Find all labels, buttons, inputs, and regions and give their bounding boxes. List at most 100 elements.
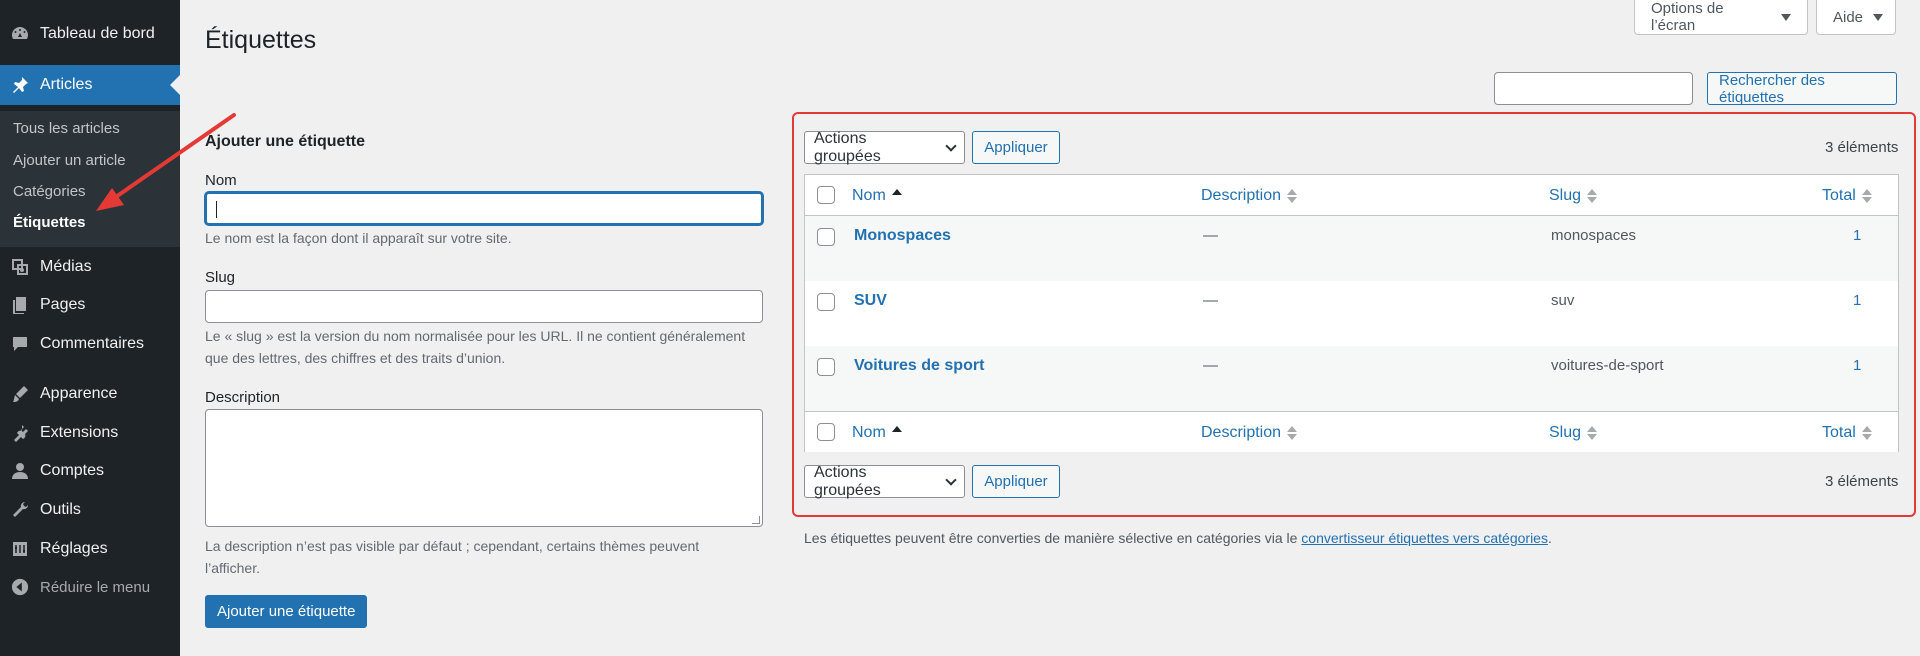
menu-label: Extensions [40, 424, 119, 441]
menu-item-tools[interactable]: Outils [0, 491, 180, 529]
conversion-note-text: Les étiquettes peuvent être converties d… [804, 530, 1302, 546]
help-label: Aide [1833, 8, 1864, 26]
chevron-down-icon [945, 139, 957, 152]
tag-name-link[interactable]: SUV [854, 292, 887, 310]
column-total-label: Total [1822, 187, 1856, 204]
add-tag-button[interactable]: Ajouter une étiquette [205, 595, 368, 628]
submenu-categories[interactable]: Catégories [13, 183, 86, 200]
menu-item-comments[interactable]: Commentaires [0, 325, 180, 363]
submenu-add-article[interactable]: Ajouter un article [13, 152, 126, 169]
column-slug-label: Slug [1549, 424, 1582, 441]
sort-asc-icon [891, 426, 902, 440]
name-field[interactable] [205, 192, 763, 225]
column-description-label: Description [1201, 187, 1282, 204]
slug-field[interactable] [205, 290, 763, 323]
search-tags-input[interactable] [1494, 72, 1693, 105]
menu-item-dashboard[interactable]: Tableau de bord [0, 15, 180, 53]
column-description-footer[interactable]: Description [1201, 424, 1298, 442]
wrench-icon [0, 500, 30, 520]
select-all-checkbox[interactable] [817, 186, 835, 204]
comments-icon [0, 334, 30, 354]
submenu-all-articles[interactable]: Tous les articles [13, 120, 120, 137]
screen-options-button[interactable]: Options de l’écran [1634, 0, 1808, 35]
tag-total-link[interactable]: 1 [1853, 292, 1861, 309]
tag-total-link[interactable]: 1 [1853, 357, 1861, 374]
menu-label: Apparence [40, 385, 118, 402]
conversion-note: Les étiquettes peuvent être converties d… [804, 530, 1552, 546]
table-row: Voitures de sport — voitures-de-sport 1 [805, 346, 1898, 411]
tag-slug: suv [1551, 292, 1575, 309]
sort-icon [1287, 189, 1298, 203]
sort-icon [1587, 189, 1598, 203]
help-button[interactable]: Aide [1816, 0, 1896, 35]
menu-label: Réglages [40, 540, 108, 557]
table-footer: Nom Description Slug Total [805, 411, 1898, 452]
description-label: Description [205, 389, 281, 406]
menu-label: Commentaires [40, 335, 145, 352]
user-icon [0, 461, 30, 481]
collapse-menu-button[interactable]: Réduire le menu [0, 568, 180, 606]
tags-table: Nom Description Slug Total Monospaces — … [804, 174, 1899, 452]
resize-handle-icon[interactable] [752, 516, 760, 524]
slug-help-line-2: que des lettres, des chiffres et des tra… [205, 350, 506, 366]
menu-item-pages[interactable]: Pages [0, 286, 180, 324]
column-slug[interactable]: Slug [1549, 187, 1598, 205]
bulk-actions-select-bottom[interactable]: Actions groupées [804, 464, 965, 499]
tag-description: — [1203, 227, 1218, 244]
column-slug-label: Slug [1549, 187, 1582, 204]
column-description[interactable]: Description [1201, 187, 1298, 205]
select-all-checkbox-footer[interactable] [817, 423, 835, 441]
conversion-note-end: . [1547, 530, 1552, 546]
bulk-actions-label: Actions groupées [814, 129, 881, 165]
slug-help-line-1: Le « slug » est la version du nom normal… [205, 328, 746, 344]
column-slug-footer[interactable]: Slug [1549, 424, 1598, 442]
column-name[interactable]: Nom [852, 187, 902, 205]
caret-down-icon [1873, 13, 1884, 21]
settings-icon [0, 539, 30, 559]
menu-item-media[interactable]: Médias [0, 248, 180, 286]
sort-asc-icon [891, 189, 902, 203]
menu-label: Réduire le menu [40, 578, 151, 596]
row-checkbox[interactable] [817, 228, 835, 246]
tag-description: — [1203, 357, 1218, 374]
menu-item-articles[interactable]: Articles [0, 65, 180, 105]
menu-item-users[interactable]: Comptes [0, 452, 180, 490]
chevron-down-icon [945, 473, 957, 486]
description-help-line-2: l’afficher. [205, 560, 260, 576]
dashboard-icon [0, 24, 30, 44]
menu-item-plugins[interactable]: Extensions [0, 414, 180, 452]
column-name-label: Nom [852, 424, 886, 441]
sort-icon [1287, 426, 1298, 440]
description-textarea[interactable] [205, 409, 763, 527]
apply-button-bottom[interactable]: Appliquer [972, 465, 1060, 498]
row-checkbox[interactable] [817, 293, 835, 311]
tag-name-link[interactable]: Voitures de sport [854, 357, 984, 375]
plugin-icon [0, 423, 30, 443]
tag-name-link[interactable]: Monospaces [854, 227, 951, 245]
tag-total-link[interactable]: 1 [1853, 227, 1861, 244]
search-tags-button[interactable]: Rechercher des étiquettes [1707, 72, 1897, 106]
menu-label: Outils [40, 501, 81, 518]
apply-button-top[interactable]: Appliquer [972, 131, 1060, 164]
pages-icon [0, 295, 30, 315]
column-total-label: Total [1822, 424, 1856, 441]
menu-item-settings[interactable]: Réglages [0, 530, 180, 568]
column-total[interactable]: Total [1822, 187, 1872, 205]
tag-slug: monospaces [1551, 227, 1637, 244]
menu-item-appearance[interactable]: Apparence [0, 375, 180, 413]
sort-icon [1587, 426, 1598, 440]
menu-label: Comptes [40, 462, 105, 479]
name-help: Le nom est la façon dont il apparaît sur… [205, 230, 512, 246]
items-count-bottom: 3 éléments [1825, 473, 1899, 490]
name-label: Nom [205, 172, 237, 189]
sort-icon [1861, 189, 1872, 203]
row-checkbox[interactable] [817, 358, 835, 376]
column-total-footer[interactable]: Total [1822, 424, 1872, 442]
bulk-actions-select-top[interactable]: Actions groupées [804, 129, 965, 165]
collapse-icon [0, 578, 30, 596]
column-name-footer[interactable]: Nom [852, 424, 902, 442]
submenu-tags[interactable]: Étiquettes [13, 214, 86, 231]
tag-converter-link[interactable]: convertisseur étiquettes vers catégories [1301, 530, 1548, 546]
articles-submenu: Tous les articles Ajouter un article Cat… [0, 111, 180, 247]
tag-slug: voitures-de-sport [1551, 357, 1664, 374]
